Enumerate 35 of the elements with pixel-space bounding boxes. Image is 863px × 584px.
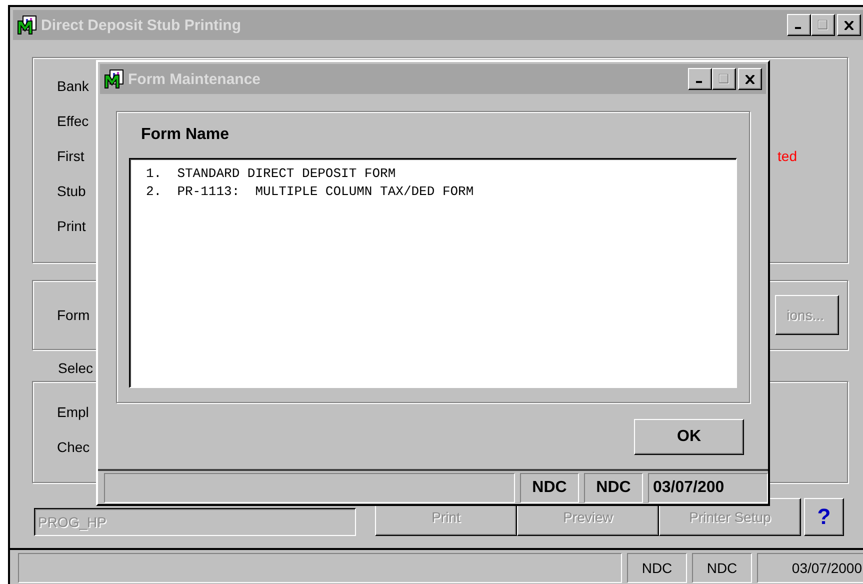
maximize-button[interactable] (811, 14, 835, 36)
field-label: Form (57, 307, 90, 323)
status-panel: 03/07/2000 (757, 553, 863, 583)
column-heading: Form Name (141, 126, 230, 144)
field-label: Bank (57, 78, 89, 94)
field-label: Chec (57, 439, 90, 455)
close-icon (844, 20, 854, 30)
list-item[interactable]: 2. PR-1113: MULTIPLE COLUMN TAX/DED FORM (146, 183, 736, 201)
field-label: Print (57, 218, 86, 234)
minimize-button[interactable] (787, 14, 811, 36)
maximize-icon (818, 20, 828, 30)
close-button[interactable] (837, 14, 861, 36)
close-button[interactable] (738, 68, 762, 90)
close-icon (745, 74, 755, 84)
maximize-icon (719, 74, 729, 84)
status-panel: 03/07/200 (648, 473, 768, 503)
window-title: Direct Deposit Stub Printing (41, 16, 242, 34)
group-label: Selec (58, 360, 94, 376)
ok-button[interactable]: OK (634, 419, 744, 455)
maximize-button[interactable] (712, 68, 736, 90)
status-panel: NDC (692, 553, 752, 583)
field-label: Empl (57, 404, 89, 420)
field-label: Stub (57, 183, 86, 199)
status-panel: NDC (520, 473, 579, 503)
app-icon (17, 15, 37, 35)
status-panel: NDC (584, 473, 643, 503)
app-icon (104, 69, 124, 89)
list-item[interactable]: 1. STANDARD DIRECT DEPOSIT FORM (146, 165, 736, 183)
field-label: Effec (57, 113, 89, 129)
help-button[interactable]: ? (804, 498, 844, 536)
status-text: ted (778, 148, 797, 164)
minimize-button[interactable] (688, 68, 712, 90)
field-label: First (57, 148, 84, 164)
dialog-title: Form Maintenance (128, 70, 261, 88)
status-panel: NDC (627, 553, 687, 583)
